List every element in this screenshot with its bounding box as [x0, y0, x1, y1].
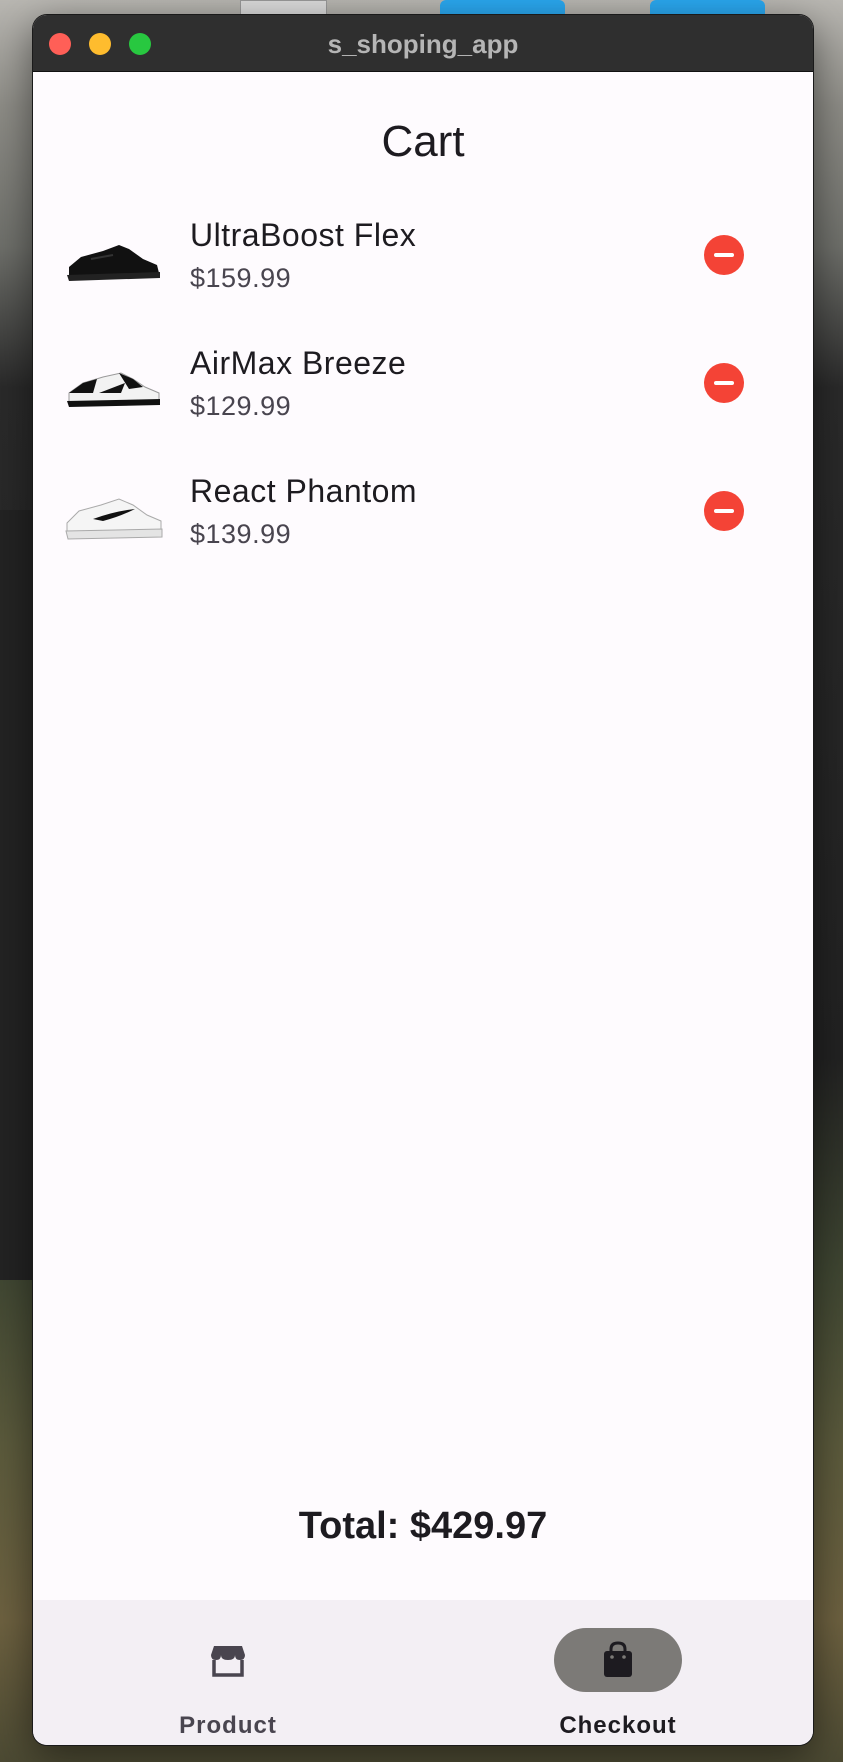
- bottom-navigation-bar: Product Checkout: [33, 1600, 813, 1745]
- store-icon: [211, 1646, 245, 1677]
- cart-total: Total: $429.97: [298, 1505, 548, 1547]
- app-window: s_shoping_app Cart UltraBoost Flex $159.…: [33, 15, 813, 1745]
- item-price: $159.99: [190, 263, 292, 293]
- item-name: AirMax Breeze: [190, 345, 407, 381]
- nav-item-checkout[interactable]: Checkout: [423, 1600, 813, 1745]
- page-title: Cart: [381, 117, 465, 166]
- cart-item: AirMax Breeze $129.99: [33, 323, 813, 451]
- remove-item-button[interactable]: [704, 363, 744, 403]
- black-white-sneaker-image: [67, 372, 160, 407]
- nav-item-product[interactable]: Product: [33, 1600, 423, 1745]
- item-name: React Phantom: [190, 473, 418, 509]
- desktop-folder-icon: [440, 0, 565, 14]
- shopping-bag-icon: [604, 1641, 632, 1677]
- cart-item: React Phantom $139.99: [33, 451, 813, 579]
- desktop-folder-icon: [650, 0, 765, 14]
- window-title: s_shoping_app: [327, 29, 519, 59]
- item-name: UltraBoost Flex: [190, 217, 417, 253]
- remove-item-button[interactable]: [704, 235, 744, 275]
- black-sneaker-image: [67, 245, 160, 281]
- title-bar: s_shoping_app: [33, 15, 813, 72]
- background-window: [0, 510, 33, 1280]
- item-price: $129.99: [190, 391, 292, 421]
- nav-label: Product: [179, 1712, 277, 1739]
- cart-screen: Cart UltraBoost Flex $159.99 AirMax Bree…: [33, 72, 813, 1745]
- white-sneaker-image: [65, 498, 163, 540]
- remove-item-button[interactable]: [704, 491, 744, 531]
- desktop-thumbnail: [240, 0, 327, 15]
- nav-label: Checkout: [559, 1712, 677, 1739]
- cart-item: UltraBoost Flex $159.99: [33, 195, 813, 323]
- item-price: $139.99: [190, 519, 292, 549]
